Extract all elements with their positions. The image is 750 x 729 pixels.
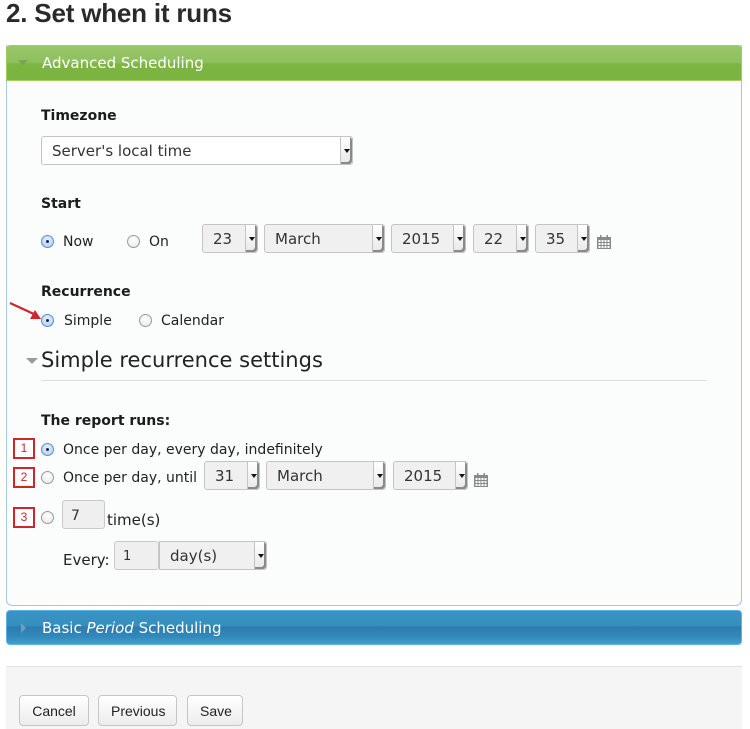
recurrence-calendar-radio[interactable]	[139, 314, 152, 327]
basic-period-scheduling-title: Basic Period Scheduling	[42, 619, 221, 637]
start-label: Start	[41, 196, 81, 212]
dropdown-arrow-icon	[247, 462, 259, 489]
page-title: 2. Set when it runs	[6, 0, 232, 28]
every-label: Every:	[63, 551, 110, 569]
dropdown-arrow-icon	[455, 462, 467, 489]
start-day-select[interactable]: 23	[202, 224, 258, 253]
previous-button[interactable]: Previous	[98, 695, 177, 726]
section-divider	[41, 380, 707, 381]
advanced-scheduling-title: Advanced Scheduling	[42, 54, 204, 72]
dropdown-arrow-icon	[245, 225, 257, 252]
advanced-scheduling-header[interactable]: Advanced Scheduling	[6, 45, 742, 81]
run-count-suffix: time(s)	[107, 511, 161, 529]
section-collapse-triangle-icon[interactable]	[26, 358, 38, 364]
recurrence-calendar-label: Calendar	[161, 313, 224, 329]
run-indefinitely-label: Once per day, every day, indefinitely	[63, 442, 323, 458]
start-on-label: On	[149, 234, 169, 250]
start-on-radio[interactable]	[127, 235, 140, 248]
timezone-label: Timezone	[41, 108, 117, 124]
simple-recurrence-title: Simple recurrence settings	[41, 348, 323, 372]
basic-period-scheduling-header[interactable]: Basic Period Scheduling	[6, 610, 742, 645]
until-year-select[interactable]: 2015	[393, 461, 468, 490]
start-month-select[interactable]: March	[264, 224, 385, 253]
timezone-value: Server's local time	[52, 141, 192, 160]
run-until-label: Once per day, until	[63, 470, 198, 486]
start-minute-select[interactable]: 35	[535, 224, 590, 253]
run-until-radio[interactable]	[41, 471, 54, 484]
report-runs-label: The report runs:	[41, 413, 171, 429]
start-hour-select[interactable]: 22	[473, 224, 529, 253]
annotation-badge-1: 1	[13, 438, 35, 459]
collapse-triangle-icon	[18, 60, 28, 66]
dropdown-arrow-icon	[372, 225, 384, 252]
start-minute-value: 35	[546, 229, 566, 248]
run-count-input[interactable]	[62, 500, 105, 529]
start-year-select[interactable]: 2015	[391, 224, 466, 253]
calendar-icon[interactable]	[474, 473, 488, 487]
title-italic: Period	[86, 618, 134, 637]
start-hour-value: 22	[484, 229, 504, 248]
title-suffix: Scheduling	[133, 618, 222, 637]
until-day-select[interactable]: 31	[204, 461, 260, 490]
annotation-badge-3: 3	[13, 507, 35, 528]
timezone-select[interactable]: Server's local time	[41, 136, 353, 165]
start-now-label: Now	[63, 234, 94, 250]
save-button[interactable]: Save	[187, 695, 243, 726]
expand-triangle-icon	[21, 622, 26, 633]
annotation-badge-2: 2	[13, 467, 35, 488]
run-indefinitely-radio[interactable]	[41, 443, 54, 456]
calendar-icon[interactable]	[597, 235, 611, 249]
recurrence-label: Recurrence	[41, 284, 131, 300]
dropdown-arrow-icon	[577, 225, 589, 252]
dropdown-arrow-icon	[516, 225, 528, 252]
every-value-input[interactable]	[114, 541, 159, 570]
until-month-value: March	[277, 466, 323, 485]
until-year-value: 2015	[404, 466, 443, 485]
recurrence-simple-label: Simple	[64, 313, 112, 329]
every-unit-select[interactable]: day(s)	[159, 541, 267, 570]
until-month-select[interactable]: March	[266, 461, 386, 490]
start-now-radio[interactable]	[41, 235, 54, 248]
dropdown-arrow-icon	[453, 225, 465, 252]
start-month-value: March	[275, 229, 321, 248]
dropdown-arrow-icon	[373, 462, 385, 489]
recurrence-simple-radio[interactable]	[41, 314, 54, 327]
cancel-button[interactable]: Cancel	[19, 695, 89, 726]
dropdown-arrow-icon	[340, 137, 352, 164]
run-count-radio[interactable]	[41, 511, 54, 524]
until-day-value: 31	[215, 466, 235, 485]
every-unit-value: day(s)	[170, 546, 218, 565]
start-day-value: 23	[213, 229, 233, 248]
dropdown-arrow-icon	[254, 542, 266, 569]
title-prefix: Basic	[42, 618, 87, 637]
start-year-value: 2015	[402, 229, 441, 248]
